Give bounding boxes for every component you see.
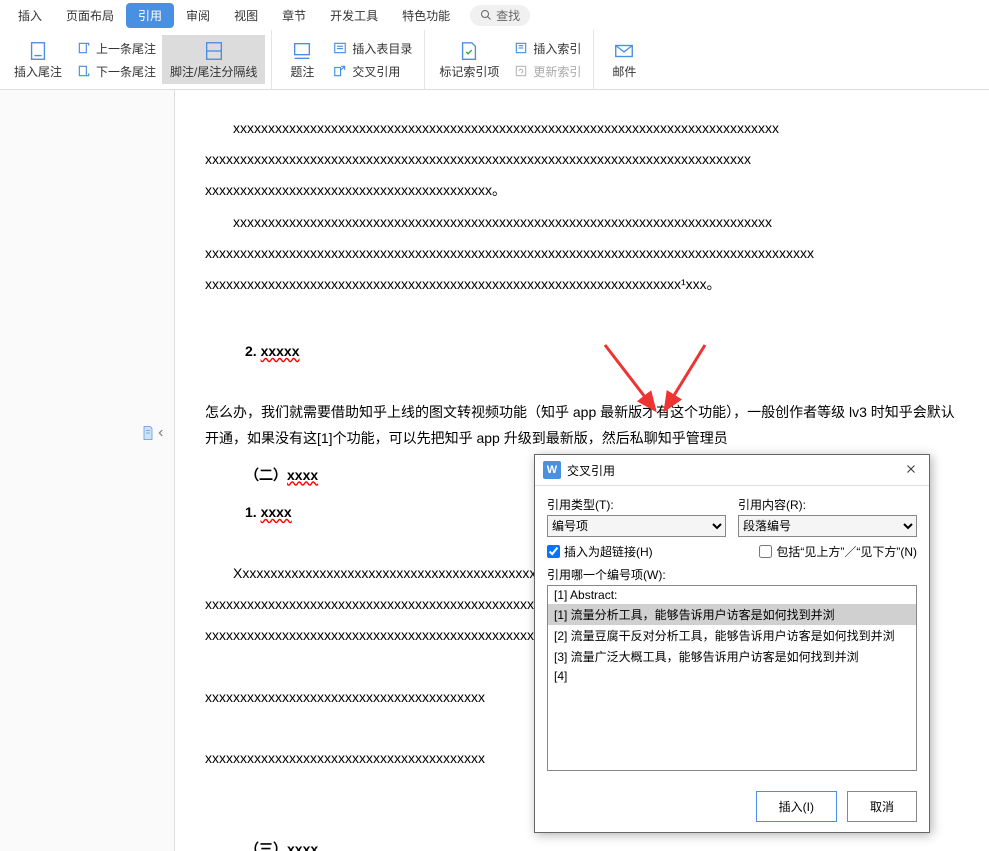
caption-label: 题注 bbox=[290, 63, 314, 80]
footnote-separator-label: 脚注/尾注分隔线 bbox=[170, 63, 257, 80]
toc-icon bbox=[332, 40, 348, 56]
ref-type-label: 引用类型(T): bbox=[547, 496, 726, 513]
section-marker[interactable] bbox=[140, 424, 166, 442]
ribbon: 插入尾注 上一条尾注 下一条尾注 脚注/尾注分隔线 题注 插入表目录 bbox=[0, 30, 989, 90]
include-above-below-input[interactable] bbox=[759, 545, 772, 558]
search-box[interactable]: 查找 bbox=[470, 5, 530, 26]
insert-index-icon bbox=[513, 40, 529, 56]
document-icon bbox=[140, 424, 156, 442]
menu-tabbar: 插入 页面布局 引用 审阅 视图 章节 开发工具 特色功能 查找 bbox=[0, 0, 989, 30]
which-item-label: 引用哪一个编号项(W): bbox=[547, 568, 666, 582]
update-index-button: 更新索引 bbox=[507, 60, 587, 83]
app-icon: W bbox=[543, 461, 561, 479]
mail-button[interactable]: 邮件 bbox=[600, 35, 648, 84]
insert-index-button[interactable]: 插入索引 bbox=[507, 37, 587, 60]
list-item[interactable]: [1] 流量分析工具，能够告诉用户访客是如何找到并浏 bbox=[548, 604, 916, 625]
insert-toc-button[interactable]: 插入表目录 bbox=[326, 37, 418, 60]
next-footnote-icon bbox=[76, 63, 92, 79]
endnote-icon bbox=[26, 39, 50, 63]
tab-chapter[interactable]: 章节 bbox=[270, 3, 318, 28]
separator-icon bbox=[202, 39, 226, 63]
list-item[interactable]: [3] 流量广泛大概工具，能够告诉用户访客是如何找到并浏 bbox=[548, 646, 916, 667]
insert-as-link-checkbox[interactable]: 插入为超链接(H) bbox=[547, 543, 653, 560]
cross-ref-icon bbox=[332, 63, 348, 79]
mark-index-icon bbox=[457, 39, 481, 63]
update-index-icon bbox=[513, 63, 529, 79]
insert-as-link-input[interactable] bbox=[547, 545, 560, 558]
dialog-title: 交叉引用 bbox=[567, 462, 901, 479]
search-icon bbox=[480, 9, 492, 21]
ref-type-select[interactable]: 编号项 bbox=[547, 515, 726, 537]
tab-view[interactable]: 视图 bbox=[222, 3, 270, 28]
insert-toc-label: 插入表目录 bbox=[352, 40, 412, 57]
cross-reference-dialog: W 交叉引用 引用类型(T): 编号项 引用内容(R): 段落编号 插入为超链接… bbox=[534, 454, 930, 833]
include-above-below-label: 包括“见上方”／“见下方”(N) bbox=[776, 543, 917, 560]
close-icon bbox=[905, 463, 917, 475]
body-text: xxxxxxxxxxxxxxxxxxxxxxxxxxxxxxxxxxxxxxxx… bbox=[205, 116, 959, 141]
tab-page-layout[interactable]: 页面布局 bbox=[54, 3, 126, 28]
update-index-label: 更新索引 bbox=[533, 63, 581, 80]
dialog-titlebar[interactable]: W 交叉引用 bbox=[535, 455, 929, 486]
heading-2: 2. xxxxx bbox=[245, 339, 959, 364]
body-text: xxxxxxxxxxxxxxxxxxxxxxxxxxxxxxxxxxxxxxxx… bbox=[205, 241, 959, 266]
list-item[interactable]: [2] 流量豆腐干反对分析工具，能够告诉用户访客是如何找到并浏 bbox=[548, 625, 916, 646]
gutter bbox=[0, 90, 175, 851]
cross-ref-button[interactable]: 交叉引用 bbox=[326, 60, 418, 83]
next-footnote-button[interactable]: 下一条尾注 bbox=[70, 60, 162, 83]
ref-content-select[interactable]: 段落编号 bbox=[738, 515, 917, 537]
caption-icon bbox=[290, 39, 314, 63]
prev-footnote-icon bbox=[76, 40, 92, 56]
body-text: 怎么办，我们就需要借助知乎上线的图文转视频功能（知乎 app 最新版才有这个功能… bbox=[205, 400, 959, 450]
tab-insert[interactable]: 插入 bbox=[6, 3, 54, 28]
tab-developer[interactable]: 开发工具 bbox=[318, 3, 390, 28]
close-button[interactable] bbox=[901, 462, 921, 478]
insert-endnote-label: 插入尾注 bbox=[14, 63, 62, 80]
mail-icon bbox=[612, 39, 636, 63]
prev-footnote-button[interactable]: 上一条尾注 bbox=[70, 37, 162, 60]
body-text: xxxxxxxxxxxxxxxxxxxxxxxxxxxxxxxxxxxxxxxx… bbox=[205, 210, 959, 235]
ref-content-label: 引用内容(R): bbox=[738, 496, 917, 513]
tab-references[interactable]: 引用 bbox=[126, 3, 174, 28]
insert-endnote-button[interactable]: 插入尾注 bbox=[6, 35, 70, 84]
mark-index-label: 标记索引项 bbox=[439, 63, 499, 80]
body-text: xxxxxxxxxxxxxxxxxxxxxxxxxxxxxxxxxxxxxxxx… bbox=[205, 272, 959, 297]
cross-ref-label: 交叉引用 bbox=[352, 63, 400, 80]
item-listbox[interactable]: [1] Abstract: [1] 流量分析工具，能够告诉用户访客是如何找到并浏… bbox=[547, 585, 917, 771]
list-item[interactable]: [4] bbox=[548, 667, 916, 685]
insert-button[interactable]: 插入(I) bbox=[756, 791, 837, 822]
tab-review[interactable]: 审阅 bbox=[174, 3, 222, 28]
include-above-below-checkbox[interactable]: 包括“见上方”／“见下方”(N) bbox=[759, 543, 917, 560]
body-text: xxxxxxxxxxxxxxxxxxxxxxxxxxxxxxxxxxxxxxxx… bbox=[205, 147, 959, 172]
heading-section-3: （三）xxxx bbox=[245, 837, 959, 851]
search-label: 查找 bbox=[496, 7, 520, 24]
body-text: xxxxxxxxxxxxxxxxxxxxxxxxxxxxxxxxxxxxxxxx… bbox=[205, 178, 959, 203]
insert-index-label: 插入索引 bbox=[533, 40, 581, 57]
insert-as-link-label: 插入为超链接(H) bbox=[564, 543, 653, 560]
chevron-left-icon bbox=[156, 428, 166, 438]
mail-label: 邮件 bbox=[612, 63, 636, 80]
footnote-separator-button[interactable]: 脚注/尾注分隔线 bbox=[162, 35, 265, 84]
next-footnote-label: 下一条尾注 bbox=[96, 63, 156, 80]
tab-features[interactable]: 特色功能 bbox=[390, 3, 462, 28]
mark-index-button[interactable]: 标记索引项 bbox=[431, 35, 507, 84]
list-item[interactable]: [1] Abstract: bbox=[548, 586, 916, 604]
prev-footnote-label: 上一条尾注 bbox=[96, 40, 156, 57]
caption-button[interactable]: 题注 bbox=[278, 35, 326, 84]
cancel-button[interactable]: 取消 bbox=[847, 791, 917, 822]
